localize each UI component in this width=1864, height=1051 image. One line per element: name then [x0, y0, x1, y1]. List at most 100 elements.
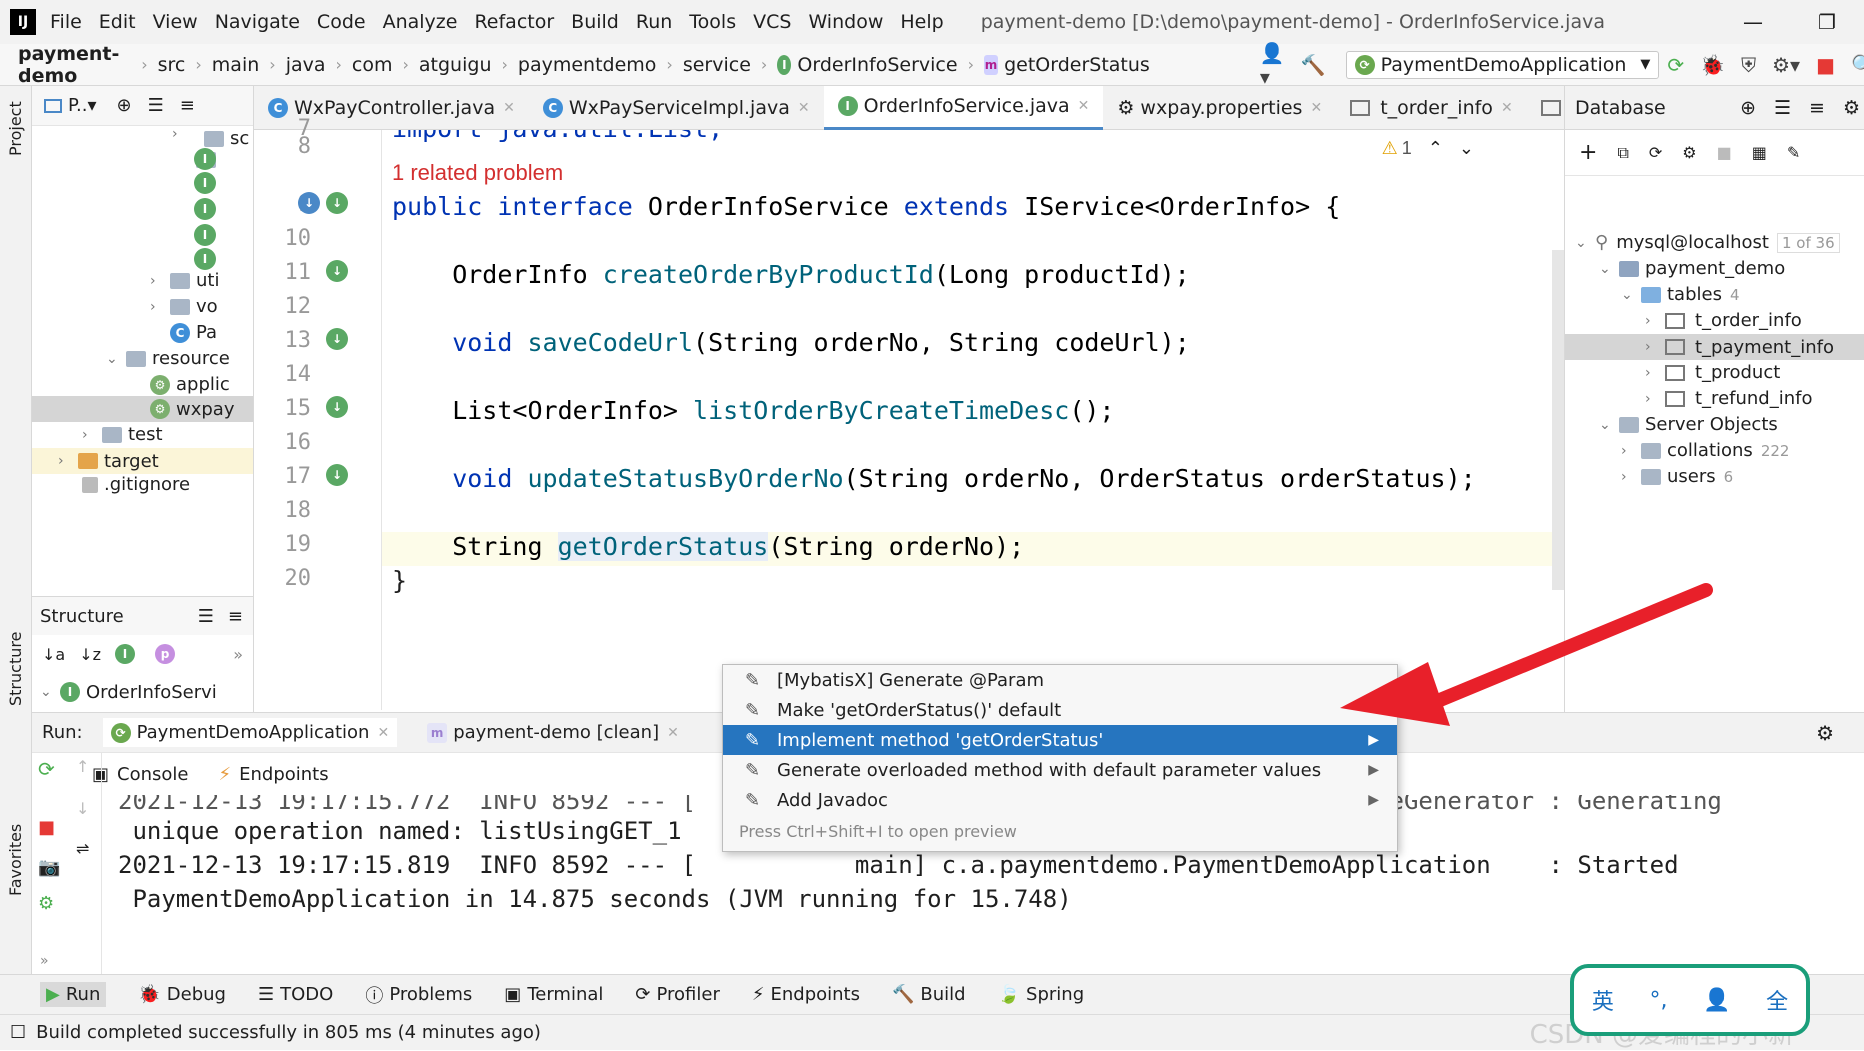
build-tool-button[interactable]: 🔨 Build [892, 984, 966, 1005]
settings-icon[interactable]: ⚙ [38, 893, 54, 914]
locate-icon[interactable]: ⊕ [1740, 97, 1756, 119]
tab-wxpayserviceimpl[interactable]: C WxPayServiceImpl.java ✕ [529, 86, 824, 130]
db-users-node[interactable]: › users 6 [1621, 466, 1733, 487]
problems-tool-button[interactable]: ⓘ Problems [365, 982, 472, 1008]
user-icon[interactable]: 👤▾ [1260, 41, 1285, 89]
profile-icon[interactable]: ⚙▾ [1772, 53, 1800, 77]
previous-problem-icon[interactable]: ⌃ [1428, 138, 1443, 159]
inspection-widget[interactable]: ⚠ 1 ⌃ ⌄ [1382, 138, 1474, 159]
breadcrumb-project[interactable]: payment-demo [18, 43, 131, 87]
code-line-15[interactable]: List<OrderInfo> listOrderByCreateTimeDes… [392, 396, 1114, 425]
stop-icon[interactable]: ■ [1717, 143, 1732, 162]
ime-toolbar[interactable]: 英 °, 👤 全 [1570, 964, 1810, 1036]
expand-all-icon[interactable]: ☰ [148, 95, 164, 116]
tree-file-wxpay[interactable]: ⚙ wxpay [32, 396, 253, 422]
project-tool-tab[interactable]: Project [6, 101, 25, 156]
maximize-icon[interactable]: ❐ [1790, 10, 1864, 34]
implemented-icon[interactable]: ↓ [298, 192, 320, 214]
breadcrumb-com[interactable]: com [352, 54, 393, 76]
menu-navigate[interactable]: Navigate [215, 11, 300, 33]
menu-refactor[interactable]: Refactor [474, 11, 554, 33]
breadcrumb-src[interactable]: src [158, 54, 186, 76]
db-tables-node[interactable]: ⌄ tables 4 [1621, 284, 1740, 305]
breadcrumb-java[interactable]: java [286, 54, 326, 76]
collapse-all-icon[interactable]: ≡ [180, 95, 195, 116]
tree-expand-icon[interactable]: › [172, 126, 192, 142]
menu-view[interactable]: View [153, 11, 198, 33]
code-line-11[interactable]: OrderInfo createOrderByProductId(Long pr… [392, 260, 1190, 289]
show-inherited-icon[interactable]: I [115, 644, 136, 664]
edit-icon[interactable]: ✎ [1787, 143, 1800, 162]
soft-wrap-icon[interactable]: ⇌ [76, 839, 89, 858]
code-line-17[interactable]: void updateStatusByOrderNo(String orderN… [392, 464, 1476, 493]
schema-icon[interactable]: ⚙ [1682, 143, 1696, 162]
ime-user-icon[interactable]: 👤 [1703, 988, 1730, 1013]
terminal-tool-button[interactable]: ▣ Terminal [504, 984, 603, 1005]
run-tab-app[interactable]: ⟳ PaymentDemoApplication ✕ [102, 718, 398, 747]
scroll-down-icon[interactable]: ↓ [76, 799, 89, 818]
gear-icon[interactable]: ⚙ [1816, 721, 1834, 745]
debug-tool-button[interactable]: 🐞 Debug [138, 984, 226, 1005]
more-icon[interactable]: » [40, 953, 49, 969]
tree-app-class[interactable]: C Pa [170, 322, 217, 343]
coverage-icon[interactable]: ⛨ [1741, 53, 1756, 77]
tree-folder-target[interactable]: › target [32, 448, 253, 474]
sort-type-icon[interactable]: ↓z [79, 645, 101, 664]
db-table-t-product[interactable]: › t_product [1645, 362, 1780, 383]
code-line-13[interactable]: void saveCodeUrl(String orderNo, String … [392, 328, 1190, 357]
interface-file-icon[interactable]: I [194, 172, 216, 194]
structure-tool-tab[interactable]: Structure [6, 632, 25, 706]
spring-tool-button[interactable]: 🍃 Spring [998, 984, 1085, 1005]
rerun-icon[interactable]: ⟳ [38, 757, 55, 781]
camera-icon[interactable]: 📷 [38, 857, 60, 878]
tree-folder-test[interactable]: › test [82, 424, 163, 445]
interface-file-icon[interactable]: I [194, 224, 216, 246]
refresh-icon[interactable]: ⟳ [1649, 143, 1662, 162]
breadcrumb-method[interactable]: getOrderStatus [1004, 54, 1150, 76]
endpoints-tab[interactable]: ⚡ Endpoints [218, 764, 328, 785]
menu-file[interactable]: File [50, 11, 82, 33]
menu-run[interactable]: Run [636, 11, 672, 33]
popup-item-make-default[interactable]: ✎ Make 'getOrderStatus()' default [723, 695, 1397, 725]
profiler-tool-button[interactable]: ⟳ Profiler [635, 984, 719, 1005]
interface-file-icon[interactable]: I [194, 198, 216, 220]
run-tab-clean[interactable]: m payment-demo [clean] ✕ [427, 722, 679, 743]
ime-punct-icon[interactable]: °, [1649, 988, 1667, 1013]
endpoints-tool-button[interactable]: ⚡ Endpoints [752, 984, 860, 1005]
popup-item-implement-method[interactable]: ✎ Implement method 'getOrderStatus' ▶ [723, 725, 1397, 755]
code-line-20[interactable]: } [392, 566, 407, 595]
project-view-select[interactable]: P..▾ [68, 95, 97, 116]
implemented-method-icon[interactable]: ↓ [326, 464, 348, 486]
tab-wxpay-properties[interactable]: ⚙ wxpay.properties ✕ [1103, 86, 1336, 130]
tree-folder-vo[interactable]: › vo [150, 296, 218, 317]
build-hammer-icon[interactable]: 🔨 [1301, 53, 1326, 77]
db-schema-node[interactable]: ⌄ payment_demo [1599, 258, 1785, 279]
menu-help[interactable]: Help [900, 11, 943, 33]
breadcrumb-class[interactable]: OrderInfoService [797, 54, 957, 76]
ime-mode-icon[interactable]: 全 [1766, 984, 1788, 1016]
todo-tool-button[interactable]: ☰ TODO [258, 984, 333, 1005]
expand-all-icon[interactable]: ☰ [1774, 97, 1791, 119]
implemented-method-icon[interactable]: ↓ [326, 260, 348, 282]
menu-tools[interactable]: Tools [689, 11, 736, 33]
db-server-objects-node[interactable]: ⌄ Server Objects [1599, 414, 1778, 435]
db-host-node[interactable]: ⌄ ⚲ mysql@localhost 1 of 36 [1575, 232, 1840, 253]
breadcrumb-main[interactable]: main [212, 54, 259, 76]
tree-file-application[interactable]: ⚙ applic [150, 374, 230, 395]
run-tool-button[interactable]: ▶ Run [40, 982, 107, 1007]
tab-t-order-info[interactable]: t_order_info ✕ [1336, 86, 1526, 130]
tree-folder[interactable]: sc [204, 128, 249, 149]
sort-alpha-icon[interactable]: ↓a [42, 645, 65, 664]
breadcrumb-service[interactable]: service [683, 54, 751, 76]
collapse-all-icon[interactable]: ≡ [228, 606, 243, 627]
scroll-up-icon[interactable]: ↑ [76, 757, 89, 776]
code-line-9[interactable]: public interface OrderInfoService extend… [392, 192, 1340, 221]
minimize-icon[interactable]: — [1716, 10, 1790, 34]
menu-analyze[interactable]: Analyze [383, 11, 458, 33]
next-problem-icon[interactable]: ⌄ [1459, 138, 1474, 159]
more-icon[interactable]: » [233, 645, 243, 664]
run-configuration-select[interactable]: ⟳ PaymentDemoApplication ▼ [1345, 50, 1660, 79]
console-tab[interactable]: ▣ Console [92, 764, 188, 785]
tree-file-gitignore[interactable]: .gitignore [82, 474, 190, 495]
popup-item-add-javadoc[interactable]: ✎ Add Javadoc ▶ [723, 785, 1397, 815]
